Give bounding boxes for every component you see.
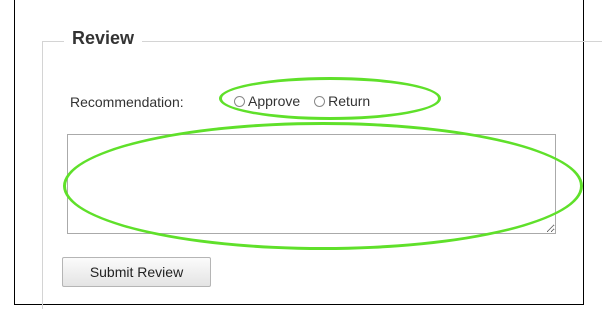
return-radio[interactable] — [314, 95, 326, 107]
approve-option[interactable]: Approve — [234, 93, 300, 109]
review-legend: Review — [64, 28, 143, 49]
submit-review-button[interactable]: Submit Review — [62, 257, 211, 287]
approve-radio[interactable] — [234, 95, 245, 107]
review-comments-textarea[interactable] — [67, 134, 556, 234]
recommendation-radio-group: Approve Return — [234, 93, 370, 109]
approve-label: Approve — [248, 93, 301, 109]
recommendation-label: Recommendation: — [70, 94, 184, 110]
return-label: Return — [328, 93, 371, 109]
return-option[interactable]: Return — [314, 93, 370, 109]
